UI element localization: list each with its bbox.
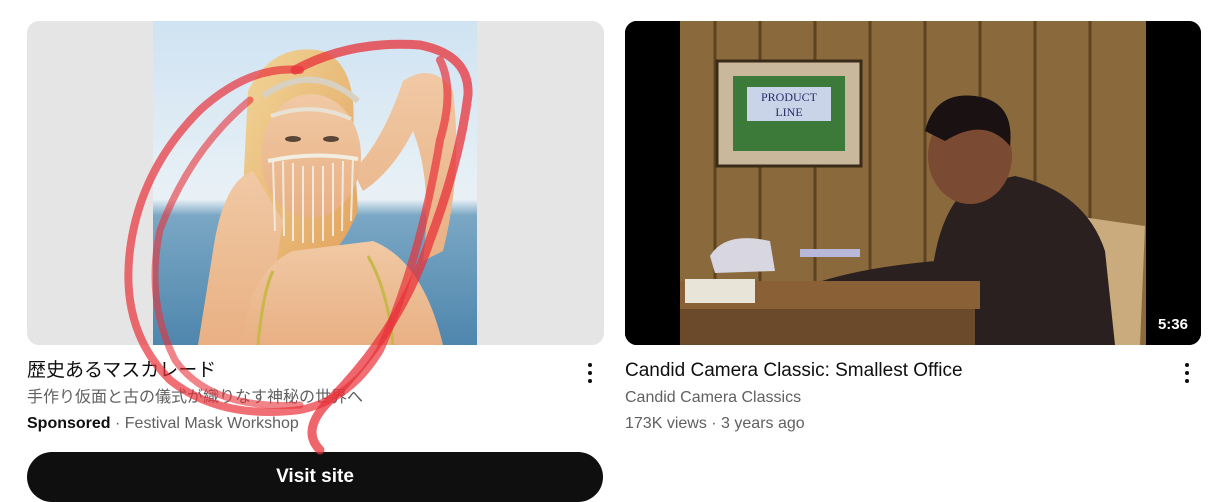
- more-vertical-icon-dot: [588, 371, 592, 375]
- more-vertical-icon: [588, 363, 592, 367]
- more-vertical-icon-dot: [1185, 379, 1189, 383]
- video-meta: Candid Camera Classic: Smallest Office C…: [625, 359, 1201, 435]
- video-title[interactable]: Candid Camera Classic: Smallest Office: [625, 359, 1165, 383]
- ad-card[interactable]: 歴史あるマスカレード 手作り仮面と古の儀式が織りなす神秘の世界へ Sponsor…: [27, 21, 604, 435]
- ad-meta: 歴史あるマスカレード 手作り仮面と古の儀式が織りなす神秘の世界へ Sponsor…: [27, 359, 604, 435]
- upload-age: 3 years ago: [721, 415, 805, 432]
- video-more-actions-button[interactable]: [1175, 359, 1199, 387]
- ad-image: [153, 21, 477, 345]
- channel-name[interactable]: Candid Camera Classics: [625, 387, 1165, 409]
- separator-dot: ·: [706, 415, 722, 432]
- sign-text-line1: PRODUCT: [761, 90, 818, 104]
- sign-text-line2: LINE: [775, 105, 802, 119]
- advertiser-name: Festival Mask Workshop: [124, 415, 299, 432]
- ad-more-actions-button[interactable]: [578, 359, 602, 387]
- video-duration-badge: 5:36: [1152, 313, 1193, 337]
- ad-attribution: Sponsored · Festival Mask Workshop: [27, 413, 568, 435]
- video-frame-image: PRODUCT LINE: [625, 21, 1201, 345]
- separator-dot: ·: [110, 415, 125, 432]
- video-card[interactable]: PRODUCT LINE 5:36 Candid Camera Classic:…: [625, 21, 1201, 435]
- view-count: 173K views: [625, 415, 707, 432]
- video-stats: 173K views · 3 years ago: [625, 413, 1165, 435]
- visit-site-button[interactable]: Visit site: [27, 452, 603, 502]
- ad-description: 手作り仮面と古の儀式が織りなす神秘の世界へ: [27, 389, 364, 406]
- ad-thumbnail[interactable]: [27, 21, 604, 345]
- video-thumbnail[interactable]: PRODUCT LINE 5:36: [625, 21, 1201, 345]
- sponsored-label: Sponsored: [27, 415, 111, 432]
- more-vertical-icon: [1185, 363, 1189, 367]
- ad-title[interactable]: 歴史あるマスカレード: [27, 359, 568, 383]
- more-vertical-icon-dot: [1185, 371, 1189, 375]
- more-vertical-icon-dot: [588, 379, 592, 383]
